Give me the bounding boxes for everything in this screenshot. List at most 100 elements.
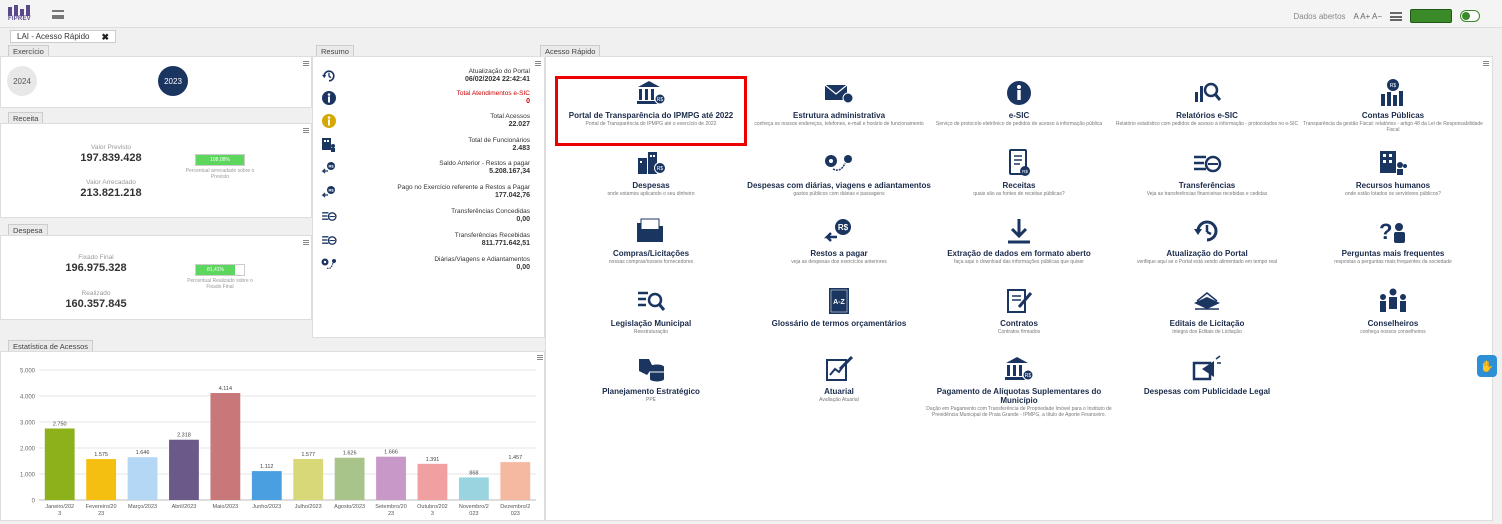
hr-icon: [1376, 147, 1410, 179]
quick-access-item[interactable]: R$ Pagamento de Alíquotas Suplementares d…: [924, 353, 1114, 418]
chart-x-tick-label: 023: [469, 511, 478, 517]
despesa-progress-fill: 81,41%: [196, 265, 236, 275]
resumo-row: Transferências Concedidas 0,00: [313, 205, 538, 226]
resumo-row: Transferências Recebidas 811.771.642,51: [313, 229, 538, 250]
resumo-value: 0,00: [516, 216, 530, 223]
folder-icon: [634, 215, 668, 247]
menu-toggle-icon[interactable]: [52, 10, 64, 19]
accessibility-icon[interactable]: ✋: [1477, 355, 1497, 377]
quick-access-title: Despesas: [632, 181, 670, 190]
quick-access-item[interactable]: Relatórios e-SIC Relatório estatístico co…: [1112, 77, 1302, 127]
quick-access-item[interactable]: Recursos humanos onde estão lotados os se…: [1298, 147, 1488, 197]
money-back-icon: R$: [321, 184, 337, 200]
quick-access-title: Despesas com diárias, viagens e adiantam…: [747, 181, 931, 190]
quick-access-item[interactable]: Editais de Licitação Integra dos Editais …: [1112, 285, 1302, 335]
chart-bar: [44, 428, 75, 500]
resumo-row: Total Acessos 22.027: [313, 110, 538, 131]
year-2024-button[interactable]: 2024: [7, 66, 37, 96]
resumo-value: 0: [526, 98, 530, 105]
quick-access-title: Planejamento Estratégico: [602, 387, 700, 396]
despesa-menu-icon[interactable]: [303, 240, 309, 245]
law-search-icon: [634, 285, 668, 317]
tab-close-icon[interactable]: ✖: [101, 31, 109, 42]
contrast-toggle[interactable]: [1460, 10, 1480, 22]
quick-access-item[interactable]: R$ Contas Públicas Transparência da gestão…: [1298, 77, 1488, 133]
quick-access-item[interactable]: Compras/Licitações nossas compras/nossos …: [556, 215, 746, 265]
quick-access-item[interactable]: Contratos Contratos firmados: [924, 285, 1114, 335]
quick-access-title: Contratos: [1000, 319, 1038, 328]
quick-access-item[interactable]: Planejamento Estratégico PPE: [556, 353, 746, 403]
ads-icon: [1190, 353, 1224, 385]
despesa-progress-bar: 81,41%: [195, 264, 245, 276]
access-stats-chart: 0 1.000 2.000 3.000 4.000 5.000 2.750 Janeiro/2…: [20, 369, 536, 517]
quick-access-title: Relatórios e-SIC: [1176, 111, 1238, 120]
receita-progress-caption: Percentual arrecadado sobre o Previsto: [185, 168, 255, 180]
quick-access-desc: gastos públicos com diárias e passagens: [793, 191, 885, 197]
quick-access-item[interactable]: e-SIC Serviço de protocolo eletrônico de …: [924, 77, 1114, 127]
receita-progress-bar: 108,08%: [195, 154, 245, 166]
quick-access-item[interactable]: R$ Despesas onde estamos aplicando o seu d…: [556, 147, 746, 197]
chart-x-tick-label: Abril/2023: [172, 504, 197, 510]
resumo-label: Total de Funcionários: [468, 137, 530, 144]
chart-x-tick-label: Maio/2023: [213, 504, 239, 510]
quick-access-item[interactable]: Atuarial Avaliação Atuarial: [744, 353, 934, 403]
chart-data-label: 1.391: [426, 457, 440, 463]
quick-access-item[interactable]: A-Z Glossário de termos orçamentários: [744, 285, 934, 329]
svg-text:R$: R$: [1390, 83, 1397, 89]
svg-text:R$: R$: [657, 166, 664, 172]
dados-abertos-link[interactable]: Dados abertos: [1293, 12, 1345, 21]
font-size-controls[interactable]: A A+ A−: [1354, 12, 1382, 21]
quick-access-item[interactable]: ? Perguntas mais frequentes respostas a pe…: [1298, 215, 1488, 265]
quick-access-title: Estrutura administrativa: [792, 111, 886, 120]
resumo-label: Total Acessos: [490, 113, 530, 120]
chart-x-tick-label: Janeiro/202: [45, 504, 74, 510]
quick-access-title: e-SIC: [1008, 111, 1030, 120]
info-circle-icon: [1002, 77, 1036, 109]
year-2023-button[interactable]: 2023: [158, 66, 188, 96]
city-money-icon: R$: [634, 147, 668, 179]
chart-data-label: 1.577: [301, 452, 315, 458]
options-menu-icon[interactable]: [1390, 11, 1402, 21]
fiprev-logo[interactable]: FIPREV: [8, 5, 36, 25]
quick-access-item[interactable]: Transferências Veja as transferências fin…: [1112, 147, 1302, 197]
exercicio-menu-icon[interactable]: [303, 61, 309, 66]
resumo-label: Total Atendimentos e-SIC: [456, 90, 530, 97]
chart-data-label: 2.750: [53, 422, 67, 428]
glossary-icon: A-Z: [822, 285, 856, 317]
chart-x-tick-label: Junho/2023: [252, 504, 281, 510]
quick-access-item[interactable]: Estrutura administrativa conheça os nosso…: [744, 77, 934, 127]
chart-data-label: 868: [469, 470, 478, 476]
chart-data-label: 1.457: [508, 455, 522, 461]
chart-data-label: 1.112: [260, 464, 273, 470]
route-icon: [822, 147, 856, 179]
transparency-seal-icon[interactable]: [1410, 9, 1452, 23]
quick-access-title: Editais de Licitação: [1169, 319, 1245, 328]
tab-lai-acesso-rapido[interactable]: LAI - Acesso Rápido ✖: [10, 30, 117, 43]
actuarial-icon: [822, 353, 856, 385]
resumo-label: Transferências Concedidas: [451, 208, 530, 215]
quick-access-item[interactable]: Despesas com Publicidade Legal: [1112, 353, 1302, 397]
fixado-final-value: 196.975.328: [65, 262, 127, 274]
money-back-icon: R$: [321, 160, 337, 176]
fixado-final-label: Fixado Final: [78, 254, 114, 261]
resumo-row: Total Atendimentos e-SIC 0: [313, 87, 538, 108]
download-icon: [1002, 215, 1036, 247]
chart-menu-icon[interactable]: [537, 355, 543, 360]
quick-access-item[interactable]: R$ Receitas quais são as fontes de receita…: [924, 147, 1114, 197]
chart-bar: [251, 471, 282, 500]
quick-access-item[interactable]: R$ Restos a pagar veja as despesas dos exe…: [744, 215, 934, 265]
quick-access-item[interactable]: Atualização do Portal verifique aqui se o…: [1112, 215, 1302, 265]
acesso-rapido-menu-icon[interactable]: [1483, 61, 1489, 66]
resumo-value: 811.771.642,51: [481, 240, 530, 247]
quick-access-item[interactable]: Extração de dados em formato aberto faça …: [924, 215, 1114, 265]
resumo-label: Transferências Recebidas: [454, 232, 530, 239]
mail-icon: [822, 77, 856, 109]
chart-y-tick-label: 3.000: [20, 421, 36, 427]
info-gold-icon: [321, 113, 337, 129]
resumo-label: Diárias/Viagens e Adiantamentos: [434, 256, 530, 263]
quick-access-item[interactable]: Legislação Municipal Reestruturação: [556, 285, 746, 335]
quick-access-item[interactable]: Despesas com diárias, viagens e adiantam…: [744, 147, 934, 197]
quick-access-item[interactable]: Conselheiros conheça nossos conselheiros: [1298, 285, 1488, 335]
chart-x-tick-label: Fevereiro/20: [86, 504, 117, 510]
receita-menu-icon[interactable]: [303, 128, 309, 133]
